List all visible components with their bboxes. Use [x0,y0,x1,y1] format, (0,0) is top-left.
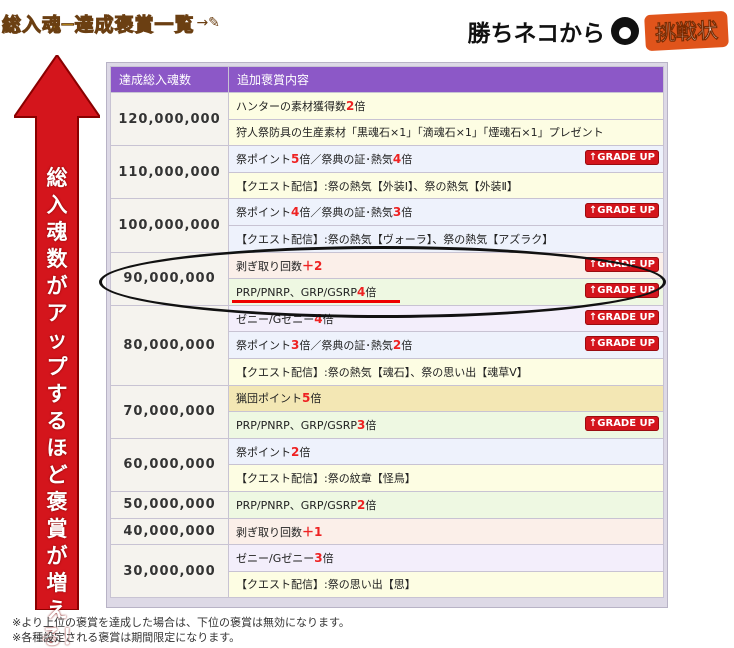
reward-text: 【クエスト配信】:祭の紋章【怪鳥】 [236,472,416,486]
reward-cell: ゼニー/Gゼニー3倍 [228,544,664,572]
reward-cell: PRP/PNRP、GRP/GSRP3倍 ↑GRADE UP [228,411,664,439]
reward-text: 倍 [299,445,311,459]
reward-cell: 猟団ポイント5倍 [228,384,664,413]
soul-count-threshold: 100,000,000 [110,198,229,253]
reward-text: 猟団ポイント [236,392,302,406]
footnote: ※各種設定される褒賞は期間限定になります。 [12,631,241,644]
reward-text: 【クエスト配信】:祭の熱気【魂石】、祭の思い出【魂草Ⅴ】 [236,365,528,379]
reward-text: 倍 [310,392,322,406]
header-left: 総入魂─達成褒賞一覧 →✎ [1,6,220,40]
footnotes: ※より上位の褒賞を達成した場合は、下位の褒賞は無効になります。 ※各種設定される… [12,615,350,645]
reward-text: 祭ポイント [236,339,291,353]
reward-text: 倍 [354,99,366,113]
reward-text: 【クエスト配信】:祭の熱気【外装Ⅰ】、祭の熱気【外装Ⅱ】 [236,179,518,193]
footnote: ※より上位の褒賞を達成した場合は、下位の褒賞は無効になります。 [12,616,350,629]
soul-count-threshold: 30,000,000 [110,544,229,599]
reward-cell: ハンターの素材獲得数2倍 [228,92,664,120]
reward-text: PRP/PNRP、GRP/GSRP [236,418,358,432]
reward-cell: 祭ポイント5倍／祭典の証･熱気4倍 ↑GRADE UP [228,145,664,173]
reward-text: 祭ポイント [236,152,291,166]
column-header-reward: 追加褒賞内容 [228,66,664,93]
up-arrow: 総入魂数がアップするほど褒賞が増える！ [14,55,100,648]
soul-count-threshold: 120,000,000 [110,91,229,147]
rewards-page: 総入魂─達成褒賞一覧 →✎ 勝ちネコから 挑戦状 総入魂数がアップするほど褒賞が… [0,0,734,648]
header-right: 勝ちネコから 挑戦状 [467,6,729,56]
soul-count-threshold: 70,000,000 [110,384,229,439]
reward-multiplier: 2 [392,338,402,353]
reward-text: 倍 [365,498,377,512]
table-row: 110,000,000 祭ポイント5倍／祭典の証･熱気4倍 ↑GRADE UP [110,145,664,200]
soul-count-threshold: 110,000,000 [110,145,229,200]
grade-up-badge: ↑GRADE UP [584,336,659,352]
reward-text: 祭ポイント [236,206,291,220]
reward-multiplier: 4 [392,151,402,166]
table-row: 40,000,000 剥ぎ取り回数＋1 [110,517,664,546]
reward-text: ハンターの素材獲得数 [236,99,346,113]
reward-text: 倍 [365,418,377,432]
reward-text: 狩人祭防具の生産素材「黒魂石×1」「滴魂石×1」「煙魂石×1」プレゼント [236,126,604,140]
reward-cell: PRP/PNRP、GRP/GSRP2倍 [228,490,664,519]
table-row: 70,000,000 猟団ポイント5倍 [110,384,664,439]
reward-text: PRP/PNRP、GRP/GSRP [236,498,358,512]
table-row: 120,000,000 ハンターの素材獲得数2倍 [110,91,664,147]
arrow-caption: 総入魂数がアップするほど褒賞が増える！ [41,166,83,648]
soul-count-threshold: 80,000,000 [110,304,229,386]
soul-count-threshold: 40,000,000 [110,517,229,546]
table-header-row: 達成総入魂数 追加褒賞内容 [110,66,664,93]
highlight-ellipse [99,246,666,318]
table-row: 60,000,000 祭ポイント2倍 [110,437,664,492]
reward-cell: 【クエスト配信】:祭の熱気【外装Ⅰ】、祭の熱気【外装Ⅱ】 [228,171,664,200]
table-row: 50,000,000 PRP/PNRP、GRP/GSRP2倍 [110,490,664,519]
reward-cell: 祭ポイント3倍／祭典の証･熱気2倍 ↑GRADE UP [228,331,664,359]
reward-cell: 剥ぎ取り回数＋1 [228,517,664,546]
highlight-underline [232,300,400,303]
reward-multiplier: 3 [314,550,323,565]
reward-cell: 祭ポイント4倍／祭典の証･熱気3倍 ↑GRADE UP [228,198,664,226]
reward-text: 倍／祭典の証･熱気 [299,206,393,220]
reward-text: 倍 [322,551,334,565]
challenge-badge: 挑戦状 [644,10,729,52]
reward-cell: 【クエスト配信】:祭の思い出【思】 [228,570,664,599]
reward-cell: 【クエスト配信】:祭の熱気【魂石】、祭の思い出【魂草Ⅴ】 [228,357,664,386]
paw-icon [611,17,639,45]
column-header-amount: 達成総入魂数 [110,66,229,93]
table-row: 30,000,000 ゼニー/Gゼニー3倍 [110,544,664,599]
reward-text: 倍 [401,152,413,166]
reward-multiplier: 3 [392,205,402,220]
grade-up-badge: ↑GRADE UP [584,416,659,432]
page-title: 総入魂─達成褒賞一覧 [1,13,195,36]
reward-text: 倍 [401,339,413,353]
reward-text: 剥ぎ取り回数 [236,525,302,539]
reward-cell: 狩人祭防具の生産素材「黒魂石×1」「滴魂石×1」「煙魂石×1」プレゼント [228,118,664,147]
reward-text: 【クエスト配信】:祭の思い出【思】 [236,578,416,592]
reward-text: 【クエスト配信】:祭の熱気【ヴォーラ】、祭の熱気【アズラク】 [236,232,554,246]
reward-text: 倍／祭典の証･熱気 [299,339,393,353]
grade-up-badge: ↑GRADE UP [584,309,659,325]
soul-count-threshold: 60,000,000 [110,437,229,492]
reward-text: 祭ポイント [236,445,291,459]
reward-text: 倍 [401,206,413,220]
reward-multiplier: ＋1 [302,524,323,539]
rewards-table: 達成総入魂数 追加褒賞内容 120,000,000 ハンターの素材獲得数2倍 狩人祭… [106,62,668,608]
grade-up-badge: ↑GRADE UP [584,150,659,166]
reward-text: ゼニー/Gゼニー [236,551,315,565]
grade-up-badge: ↑GRADE UP [584,203,659,219]
table-body: 120,000,000 ハンターの素材獲得数2倍 狩人祭防具の生産素材「黒魂石×1」… [110,91,664,599]
reward-cell: 【クエスト配信】:祭の紋章【怪鳥】 [228,464,664,492]
title-decoration-icon: →✎ [196,15,220,31]
header-prefix: 勝ちネコから [467,20,605,47]
soul-count-threshold: 50,000,000 [110,490,229,519]
reward-cell: 祭ポイント2倍 [228,437,664,466]
reward-text: 倍／祭典の証･熱気 [299,152,393,166]
table-row: 100,000,000 祭ポイント4倍／祭典の証･熱気3倍 ↑GRADE UP [110,198,664,253]
